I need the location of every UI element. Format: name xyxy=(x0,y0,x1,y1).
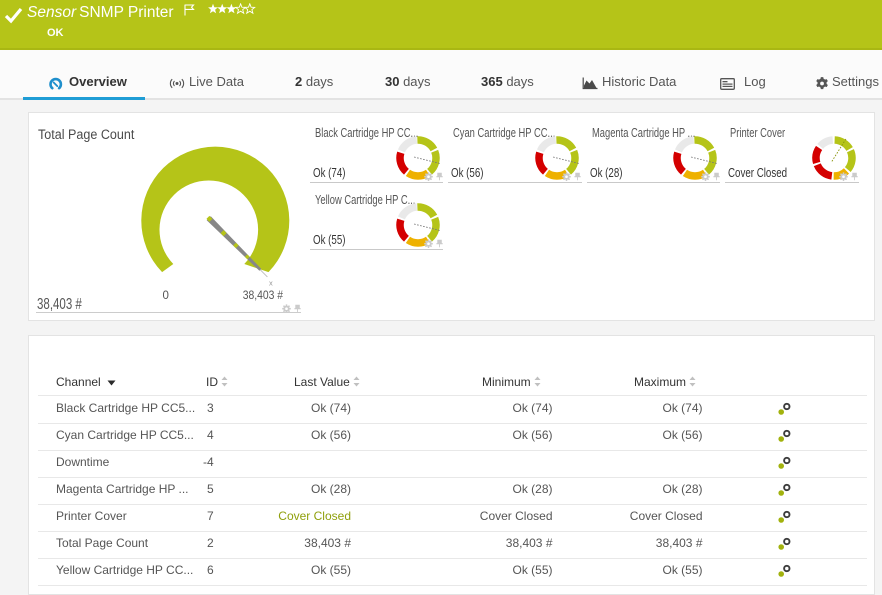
svg-text:x: x xyxy=(269,278,273,287)
